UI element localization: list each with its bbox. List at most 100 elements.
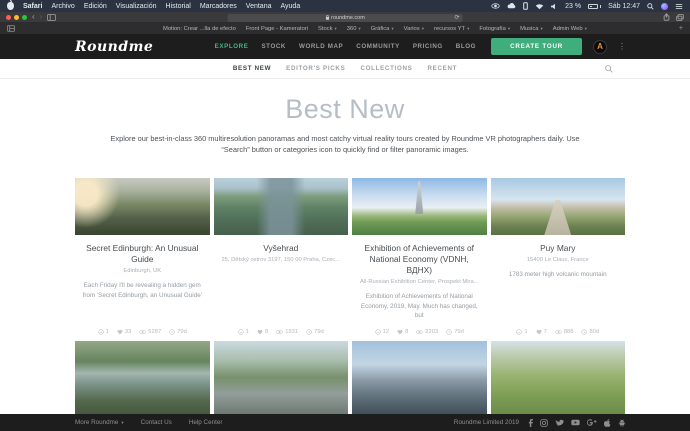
- notification-center-icon[interactable]: [675, 3, 683, 10]
- add-tab-icon[interactable]: +: [679, 25, 683, 32]
- age-icon: [446, 329, 452, 335]
- age-icon: [306, 329, 312, 335]
- apple-icon[interactable]: [604, 419, 611, 427]
- card-title[interactable]: Exhibition of Achievements of National E…: [359, 243, 480, 276]
- card-location: 25, Dětský ostrov 3197, 150 00 Praha, Cz…: [221, 257, 342, 265]
- tab-best-new[interactable]: BEST NEW: [233, 65, 271, 72]
- nav-blog[interactable]: BLOG: [456, 43, 476, 50]
- menu-historial[interactable]: Historial: [166, 3, 191, 10]
- minimize-window-button[interactable]: [14, 15, 19, 20]
- panorama-card[interactable]: Secret Edinburgh: An Unusual Guide Edinb…: [75, 178, 210, 347]
- reload-icon[interactable]: ⟳: [454, 14, 459, 21]
- tab-editors-picks[interactable]: EDITOR'S PICKS: [286, 65, 345, 72]
- facebook-icon[interactable]: [528, 419, 533, 427]
- menu-safari[interactable]: Safari: [23, 3, 42, 10]
- android-icon[interactable]: [618, 419, 626, 427]
- age-icon: [169, 329, 175, 335]
- tabs-overview-icon[interactable]: [676, 14, 684, 21]
- panorama-card[interactable]: Puy Mary 15400 Le Claux, France 1783 met…: [491, 178, 626, 347]
- window-controls: [6, 15, 27, 20]
- footer-help-center[interactable]: Help Center: [189, 419, 223, 426]
- bookmark-folder-fotografia[interactable]: Fotografía▾: [479, 26, 510, 32]
- lock-icon: [325, 15, 329, 20]
- zoom-window-button[interactable]: [22, 15, 27, 20]
- panorama-grid-row2: [75, 341, 625, 414]
- social-links: [528, 419, 626, 427]
- tab-recent[interactable]: RECENT: [427, 65, 457, 72]
- panorama-thumbnail[interactable]: [214, 178, 349, 235]
- nav-community[interactable]: COMMUNITY: [356, 43, 400, 50]
- comments-icon: [238, 329, 244, 335]
- twitter-icon[interactable]: [555, 419, 564, 427]
- bookmark-folder-recursos-yt[interactable]: recursos YT▾: [434, 26, 469, 32]
- footer-more-roundme[interactable]: More Roundme▾: [75, 419, 124, 426]
- bookmark-folder-stock[interactable]: Stock▾: [318, 26, 337, 32]
- panorama-thumbnail[interactable]: [75, 341, 210, 414]
- bookmarks-bar: Motion: Crear ...lla de efecto Front Pag…: [0, 23, 690, 34]
- tab-collections[interactable]: COLLECTIONS: [360, 65, 412, 72]
- menu-archivo[interactable]: Archivo: [51, 3, 74, 10]
- back-button[interactable]: ‹: [32, 13, 35, 21]
- panorama-thumbnail[interactable]: [352, 178, 487, 235]
- sidebar-toggle-icon[interactable]: [47, 14, 56, 21]
- bookmark-folder-admin-web[interactable]: Admin Web▾: [553, 26, 587, 32]
- wifi-icon[interactable]: [535, 3, 544, 10]
- panorama-thumbnail[interactable]: [491, 341, 626, 414]
- cloud-status-icon[interactable]: [507, 3, 516, 9]
- panorama-thumbnail[interactable]: [352, 341, 487, 414]
- googleplus-icon[interactable]: [587, 419, 597, 426]
- spotlight-icon[interactable]: [647, 3, 654, 10]
- volume-icon[interactable]: [551, 3, 558, 10]
- chevron-down-icon: ▾: [121, 420, 123, 426]
- menu-visualizacion[interactable]: Visualización: [116, 3, 157, 10]
- panorama-card[interactable]: Exhibition of Achievements of National E…: [352, 178, 487, 347]
- bookmark-folder-varios[interactable]: Varios▾: [404, 26, 424, 32]
- menu-marcadores[interactable]: Marcadores: [200, 3, 237, 10]
- views-icon: [555, 329, 562, 335]
- card-title[interactable]: Secret Edinburgh: An Unusual Guide: [82, 243, 203, 265]
- bookmarks-sidebar-icon[interactable]: [7, 25, 15, 32]
- panorama-thumbnail[interactable]: [214, 341, 349, 414]
- panorama-thumbnail[interactable]: [75, 178, 210, 235]
- bookmark-motion[interactable]: Motion: Crear ...lla de efecto: [163, 26, 236, 32]
- card-title[interactable]: Puy Mary: [498, 243, 619, 254]
- bookmark-folder-grafica[interactable]: Gráfica▾: [371, 26, 394, 32]
- more-menu-icon[interactable]: ⋮: [618, 42, 626, 51]
- nav-pricing[interactable]: PRICING: [413, 43, 443, 50]
- menu-ayuda[interactable]: Ayuda: [280, 3, 300, 10]
- site-footer: More Roundme▾ Contact Us Help Center Rou…: [0, 414, 690, 431]
- card-location: Edinburgh, UK: [82, 268, 203, 276]
- nav-stock[interactable]: STOCK: [261, 43, 286, 50]
- likes-icon: [397, 329, 403, 335]
- search-icon[interactable]: [605, 65, 613, 73]
- siri-icon[interactable]: [661, 3, 668, 10]
- address-bar[interactable]: roundme.com ⟳: [228, 14, 463, 22]
- share-icon[interactable]: [663, 13, 670, 21]
- nav-explore[interactable]: EXPLORE: [215, 43, 249, 50]
- forward-button[interactable]: ›: [40, 13, 43, 21]
- nav-world-map[interactable]: WORLD MAP: [299, 43, 343, 50]
- create-tour-button[interactable]: CREATE TOUR: [491, 38, 582, 55]
- close-window-button[interactable]: [6, 15, 11, 20]
- bookmark-front-page[interactable]: Front Page - Kameratori: [246, 26, 308, 32]
- card-title[interactable]: Vyšehrad: [221, 243, 342, 254]
- bookmark-folder-360[interactable]: 360▾: [347, 26, 361, 32]
- youtube-icon[interactable]: [571, 419, 580, 426]
- device-status-icon[interactable]: [523, 2, 528, 10]
- footer-contact-us[interactable]: Contact Us: [141, 419, 172, 426]
- instagram-icon[interactable]: [540, 419, 548, 427]
- menu-edicion[interactable]: Edición: [84, 3, 107, 10]
- user-avatar[interactable]: A: [593, 40, 607, 54]
- panorama-thumbnail[interactable]: [491, 178, 626, 235]
- panorama-card[interactable]: Vyšehrad 25, Dětský ostrov 3197, 150 00 …: [214, 178, 349, 347]
- views-icon: [276, 329, 283, 335]
- bookmark-folder-musica[interactable]: Musica▾: [520, 26, 543, 32]
- battery-percent: 23 %: [565, 3, 581, 10]
- explore-subnav: BEST NEW EDITOR'S PICKS COLLECTIONS RECE…: [0, 59, 690, 79]
- roundme-logo[interactable]: Roundme: [75, 39, 153, 55]
- eye-status-icon[interactable]: [491, 3, 500, 9]
- menu-ventana[interactable]: Ventana: [246, 3, 272, 10]
- views-icon: [139, 329, 146, 335]
- apple-logo-icon[interactable]: [7, 2, 14, 10]
- menubar-clock[interactable]: Sáb 12:47: [608, 3, 640, 10]
